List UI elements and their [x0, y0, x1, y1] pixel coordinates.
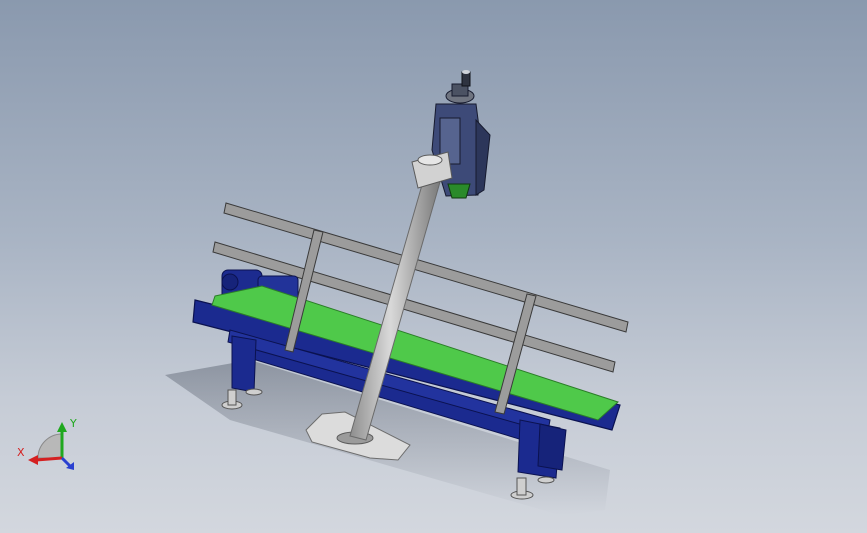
triad-x-label: X [17, 446, 25, 459]
coordinate-triad-icon [28, 422, 74, 470]
cad-viewport[interactable]: X Y [0, 0, 867, 533]
leg-left [231, 335, 257, 393]
dispensing-head [411, 70, 491, 199]
triad-y-label: Y [69, 417, 77, 430]
conveyor-assembly-model[interactable]: X Y [0, 0, 867, 533]
